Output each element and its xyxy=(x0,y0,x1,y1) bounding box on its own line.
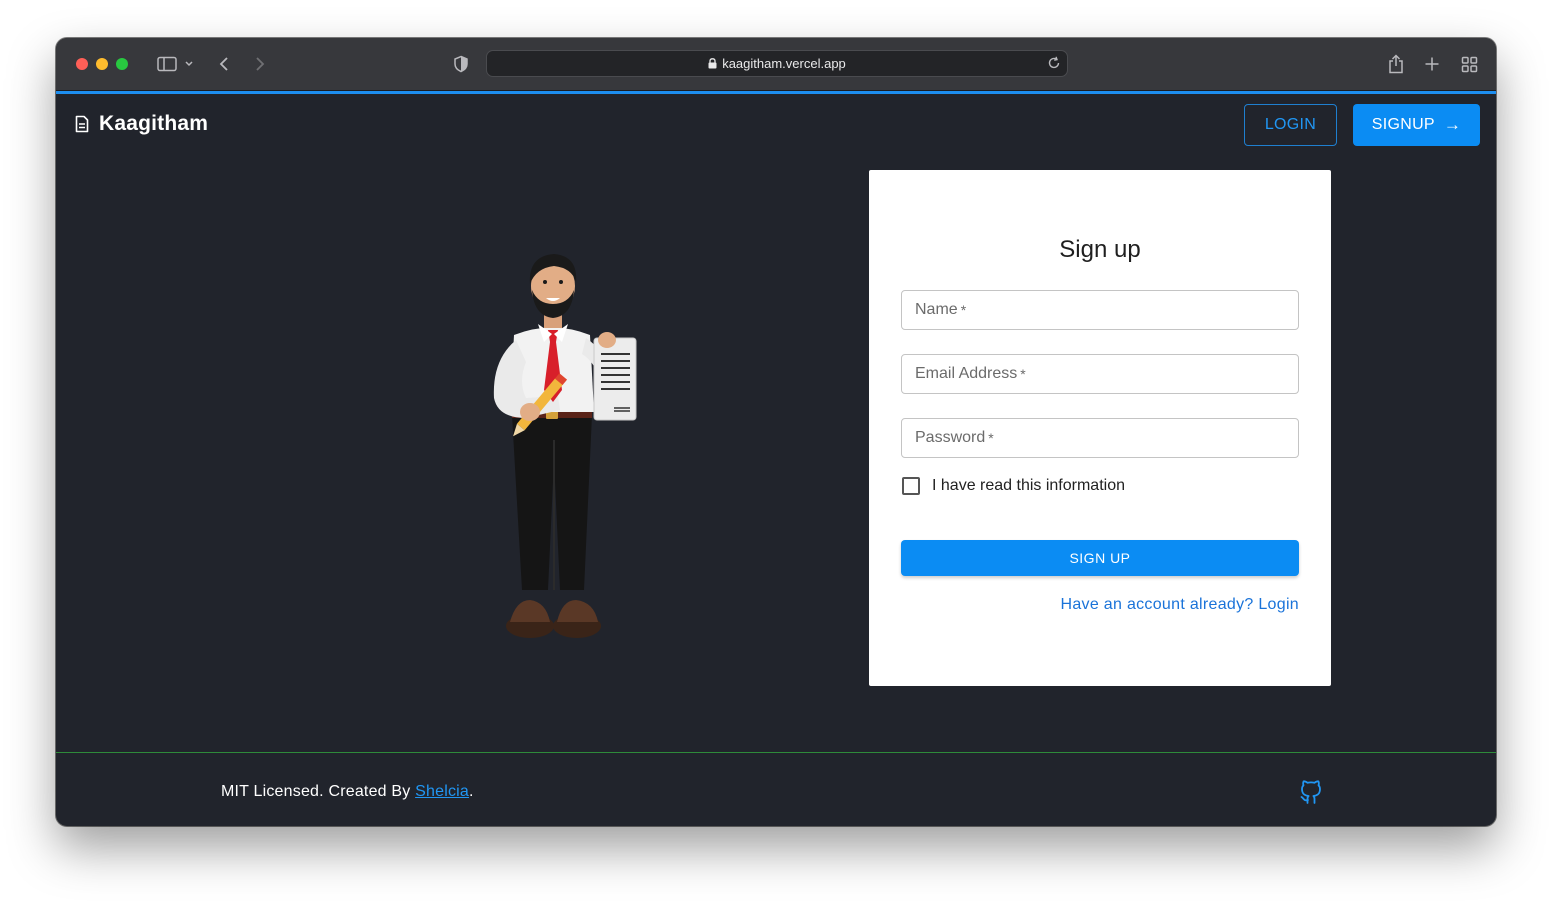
name-field[interactable]: Name * xyxy=(901,290,1299,330)
footer-period: . xyxy=(469,783,474,800)
email-field[interactable]: Email Address * xyxy=(901,354,1299,394)
name-placeholder: Name xyxy=(915,301,958,318)
sidebar-icon xyxy=(156,56,177,72)
signup-button-label: SIGNUP xyxy=(1371,116,1435,133)
browser-window: kaagitham.vercel.app Kaagitham LOGIN SIG… xyxy=(56,38,1496,826)
github-link[interactable] xyxy=(1299,778,1323,809)
forward-icon xyxy=(256,57,265,71)
close-window-button[interactable] xyxy=(76,58,88,70)
password-field[interactable]: Password * xyxy=(901,418,1299,458)
share-icon xyxy=(1389,54,1403,74)
password-placeholder: Password xyxy=(915,429,986,446)
share-button[interactable] xyxy=(1386,52,1406,76)
privacy-report-button[interactable] xyxy=(452,52,470,76)
chevron-down-icon xyxy=(184,61,193,67)
terms-checkbox-label[interactable]: I have read this information xyxy=(932,477,1125,495)
signup-card: Sign up Name * Email Address * Password … xyxy=(869,170,1331,686)
reload-icon xyxy=(1048,56,1060,69)
footer-text: MIT Licensed. Created By Shelcia. xyxy=(221,783,474,801)
required-mark: * xyxy=(1020,366,1026,382)
brand-name: Kaagitham xyxy=(99,112,209,135)
signup-title: Sign up xyxy=(1059,236,1141,263)
shield-icon xyxy=(454,55,468,73)
address-bar[interactable]: kaagitham.vercel.app xyxy=(486,50,1068,77)
zoom-window-button[interactable] xyxy=(116,58,128,70)
required-mark: * xyxy=(960,302,967,318)
back-button[interactable] xyxy=(216,52,232,76)
login-link[interactable]: Have an account already? Login xyxy=(1061,596,1300,614)
document-icon xyxy=(75,115,89,133)
github-icon xyxy=(1300,780,1321,804)
reload-button[interactable] xyxy=(1047,56,1061,70)
back-icon xyxy=(219,57,228,71)
author-link[interactable]: Shelcia xyxy=(415,783,469,800)
terms-checkbox-row[interactable]: I have read this information xyxy=(902,477,1125,495)
minimize-window-button[interactable] xyxy=(96,58,108,70)
url-text: kaagitham.vercel.app xyxy=(722,56,846,71)
browser-toolbar: kaagitham.vercel.app xyxy=(56,38,1496,91)
required-mark: * xyxy=(988,430,994,446)
email-placeholder: Email Address xyxy=(915,365,1018,382)
sign-up-submit-button[interactable]: SIGN UP xyxy=(901,540,1299,576)
footer-license-text: MIT Licensed. Created By xyxy=(221,783,416,800)
businessman-illustration xyxy=(493,254,637,638)
terms-checkbox[interactable] xyxy=(902,477,920,495)
tabs-overview-button[interactable] xyxy=(1459,52,1479,76)
signup-button[interactable]: SIGNUP → xyxy=(1353,104,1480,146)
footer-divider xyxy=(56,752,1496,753)
tabs-overview-icon xyxy=(1461,56,1477,72)
brand-logo[interactable]: Kaagitham xyxy=(74,112,208,136)
lock-icon xyxy=(708,58,717,69)
forward-button[interactable] xyxy=(252,52,268,76)
new-tab-button[interactable] xyxy=(1423,52,1441,76)
sidebar-toggle-button[interactable] xyxy=(153,52,197,76)
new-tab-icon xyxy=(1425,57,1439,71)
page-load-progress-bar xyxy=(56,91,1496,94)
login-button[interactable]: LOGIN xyxy=(1244,104,1337,146)
arrow-right-icon: → xyxy=(1443,115,1462,134)
